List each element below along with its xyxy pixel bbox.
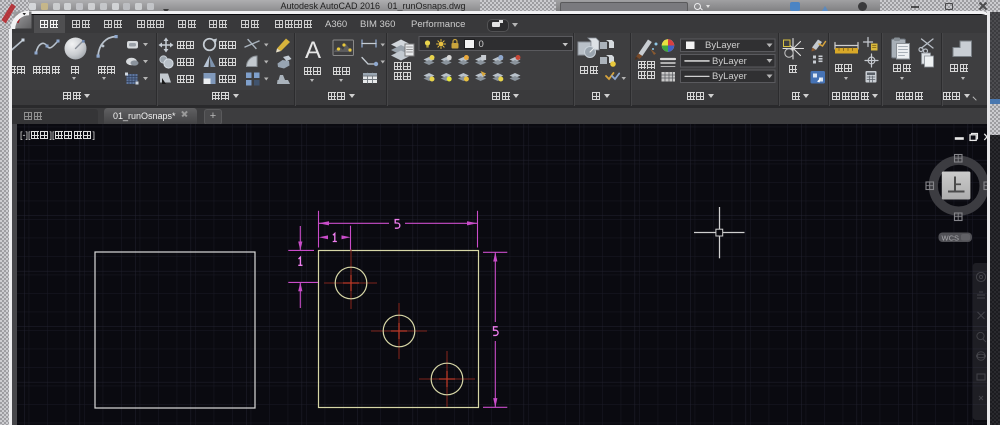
svg-text:WCS: WCS bbox=[942, 233, 960, 242]
svg-text:A: A bbox=[305, 37, 321, 64]
